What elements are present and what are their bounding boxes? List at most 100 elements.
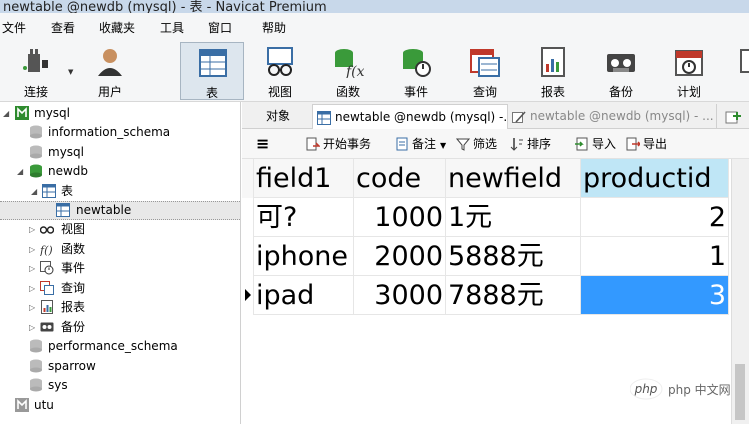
tree-folder-reports[interactable]: ▷ 报表 (0, 298, 240, 317)
expand-arrow-icon[interactable]: ▷ (29, 298, 35, 317)
tree-label: 备份 (61, 320, 86, 334)
memo-button[interactable]: 备注 ▼ (395, 136, 446, 152)
tree-folder-tables[interactable]: ◢ 表 (0, 182, 240, 201)
view-button[interactable]: 视图 (250, 42, 310, 100)
cell-field1[interactable]: 可? (254, 198, 354, 237)
menu-tools[interactable]: 工具 (160, 19, 184, 36)
export-button[interactable]: 导出 (626, 136, 667, 152)
tree-db-sys[interactable]: sys (0, 376, 240, 395)
cell-newfield[interactable]: 5888元 (446, 237, 581, 276)
database-icon (30, 164, 42, 178)
row-indicator[interactable] (242, 237, 254, 276)
cell-productid[interactable]: 1 (581, 237, 729, 276)
menu-window[interactable]: 窗口 (208, 19, 232, 36)
tab-label: newtable @newdb (mysql) -... (335, 110, 508, 124)
function-icon: f(x) (335, 49, 364, 78)
tree-db-performance-schema[interactable]: performance_schema (0, 337, 240, 356)
more-ribbon-icon[interactable] (739, 48, 749, 76)
tree-connection-mysql[interactable]: ◢ mysql (0, 104, 240, 123)
cell-newfield[interactable]: 1元 (446, 198, 581, 237)
backup-icon (40, 322, 54, 332)
data-toolbar: ≡ 开始事务 备注 ▼ 筛选 排序 导入 导出 (242, 129, 749, 159)
menu-help[interactable]: 帮助 (262, 19, 286, 36)
memo-dropdown-icon[interactable]: ▼ (440, 141, 446, 150)
import-button[interactable]: 导入 (575, 136, 616, 152)
table-button[interactable]: 表 (180, 42, 244, 100)
tree-db-sparrow[interactable]: sparrow (0, 357, 240, 376)
expand-arrow-icon[interactable]: ▷ (29, 220, 35, 239)
scrollbar-thumb[interactable] (735, 364, 745, 420)
menu-icon[interactable]: ≡ (256, 136, 269, 152)
column-header-productid[interactable]: productid (581, 159, 729, 198)
filter-button[interactable]: 筛选 (456, 136, 497, 152)
cell-code[interactable]: 1000 (354, 198, 446, 237)
tab-newtable-active[interactable]: newtable @newdb (mysql) -... (312, 104, 508, 129)
tree-folder-events[interactable]: ▷ 事件 (0, 259, 240, 278)
table-row-current[interactable]: ipad 3000 7888元 3 (242, 276, 729, 315)
memo-label: 备注 (412, 137, 437, 151)
tree-folder-queries[interactable]: ▷ 查询 (0, 279, 240, 298)
plug-icon (23, 49, 48, 72)
report-icon (541, 47, 565, 77)
backup-button[interactable]: 备份 (591, 42, 651, 100)
cell-productid[interactable]: 2 (581, 198, 729, 237)
tab-objects[interactable]: 对象 (250, 104, 314, 129)
function-button[interactable]: f(x) 函数 (318, 42, 378, 100)
begin-transaction-button[interactable]: 开始事务 (306, 136, 371, 152)
cell-productid-selected[interactable]: 3 (581, 276, 729, 315)
cell-newfield[interactable]: 7888元 (446, 276, 581, 315)
query-button[interactable]: 查询 (455, 42, 515, 100)
object-tree: ◢ mysql information_schema mysql ◢ newdb… (0, 102, 241, 424)
menu-file[interactable]: 文件 (2, 19, 26, 36)
cell-code[interactable]: 3000 (354, 276, 446, 315)
menu-view[interactable]: 查看 (51, 19, 75, 36)
tree-folder-backups[interactable]: ▷ 备份 (0, 318, 240, 337)
view-label: 视图 (267, 85, 292, 99)
connect-button[interactable]: 连接 (6, 42, 66, 100)
report-button[interactable]: 报表 (523, 42, 583, 100)
expand-arrow-icon[interactable]: ▷ (29, 240, 35, 259)
expand-arrow-icon[interactable]: ▷ (29, 259, 35, 278)
column-header-field1[interactable]: field1 (254, 159, 354, 198)
database-icon (30, 145, 42, 159)
user-button[interactable]: 用户 (80, 42, 140, 100)
memo-icon (396, 137, 408, 151)
tree-connection-utu[interactable]: utu (0, 396, 240, 415)
tab-label: 对象 (266, 109, 291, 123)
sort-button[interactable]: 排序 (510, 136, 551, 152)
php-watermark-logo: php php 中文网 (629, 378, 731, 400)
database-icon (30, 125, 42, 139)
column-header-newfield[interactable]: newfield (446, 159, 581, 198)
collapse-arrow-icon[interactable]: ◢ (31, 182, 37, 201)
cell-code[interactable]: 2000 (354, 237, 446, 276)
menu-favorites[interactable]: 收藏夹 (99, 19, 135, 36)
collapse-arrow-icon[interactable]: ◢ (3, 104, 9, 123)
expand-arrow-icon[interactable]: ▷ (29, 318, 35, 337)
event-button[interactable]: 事件 (386, 42, 446, 100)
table-row[interactable]: 可? 1000 1元 2 (242, 198, 729, 237)
expand-arrow-icon[interactable]: ▷ (29, 279, 35, 298)
add-tab-icon (725, 111, 741, 124)
tree-table-newtable[interactable]: newtable (0, 201, 240, 220)
tab-newtable-design[interactable]: newtable @newdb (mysql) - ... (508, 104, 714, 129)
schedule-button[interactable]: 计划 (659, 42, 719, 100)
new-tab-button[interactable] (716, 104, 749, 129)
connect-dropdown-icon[interactable]: ▼ (68, 68, 73, 76)
tree-folder-views[interactable]: ▷ 视图 (0, 220, 240, 239)
tree-label: 函数 (61, 242, 86, 256)
row-indicator[interactable] (242, 198, 254, 237)
cell-field1[interactable]: ipad (254, 276, 354, 315)
glasses-icon (267, 47, 293, 76)
connect-label: 连接 (23, 85, 48, 99)
column-header-code[interactable]: code (354, 159, 446, 198)
tree-folder-functions[interactable]: ▷ f() 函数 (0, 240, 240, 259)
tree-db-newdb[interactable]: ◢ newdb (0, 162, 240, 181)
tree-db-mysql[interactable]: mysql (0, 143, 240, 162)
cell-field1[interactable]: iphone (254, 237, 354, 276)
tree-db-information-schema[interactable]: information_schema (0, 123, 240, 142)
begin-transaction-label: 开始事务 (323, 137, 372, 151)
export-icon (626, 137, 640, 151)
table-row[interactable]: iphone 2000 5888元 1 (242, 237, 729, 276)
collapse-arrow-icon[interactable]: ◢ (17, 162, 23, 181)
current-row-indicator-icon[interactable] (242, 276, 254, 315)
